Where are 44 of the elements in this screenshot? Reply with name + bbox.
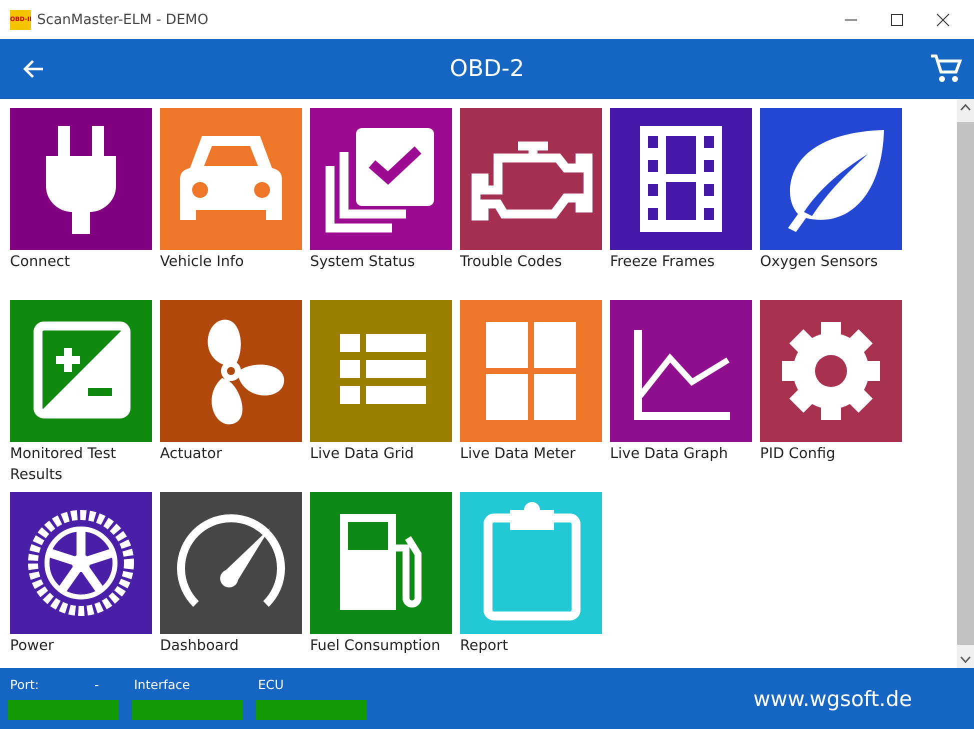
window-title: ScanMaster-ELM - DEMO [37,12,208,28]
tile-label: Actuator [160,445,223,464]
tile-button[interactable] [610,300,752,442]
cart-icon[interactable] [930,54,962,84]
tile-label: Freeze Frames [610,253,716,272]
tile-label: Vehicle Info [160,253,245,272]
tile-button[interactable] [460,108,602,250]
tile-button[interactable] [460,492,602,634]
tile-label: Fuel Consumption [310,637,442,656]
tile-button[interactable] [10,300,152,442]
maximize-icon[interactable] [890,12,904,26]
tile-label: PID Config [760,445,836,464]
tile-button[interactable] [310,492,452,634]
tile-button[interactable] [160,300,302,442]
tile-button[interactable] [310,108,452,250]
tile-button[interactable] [760,300,902,442]
tile-label: Monitored Test Results [10,445,118,485]
status-label: Interface [134,677,190,692]
tile-label: Trouble Codes [460,253,563,272]
tile-label: Live Data Graph [610,445,729,464]
tile-label: Report [460,637,510,656]
tile-button[interactable] [310,300,452,442]
tile-label: Power [10,637,55,656]
tile-label: Oxygen Sensors [760,253,879,272]
tile-button[interactable] [760,108,902,250]
tile-button[interactable] [10,108,152,250]
back-arrow-icon[interactable] [22,59,44,79]
page-title: OBD-2 [450,56,524,82]
tile-label: System Status [310,253,416,272]
scrollbar-thumb[interactable] [957,122,974,645]
tile-label: Live Data Grid [310,445,415,464]
tile-button[interactable] [160,108,302,250]
tile-label: Live Data Meter [460,445,576,464]
tile-button[interactable] [10,492,152,634]
status-label: ECU [258,677,284,692]
tile-label: Dashboard [160,637,240,656]
close-icon[interactable] [936,12,950,26]
tile-button[interactable] [460,300,602,442]
tile-button[interactable] [160,492,302,634]
status-label: Port: [10,677,39,692]
website-text: www.wgsoft.de [753,686,912,710]
tile-button[interactable] [610,108,752,250]
tile-label: Connect [10,253,71,272]
status-value: - [94,677,99,692]
